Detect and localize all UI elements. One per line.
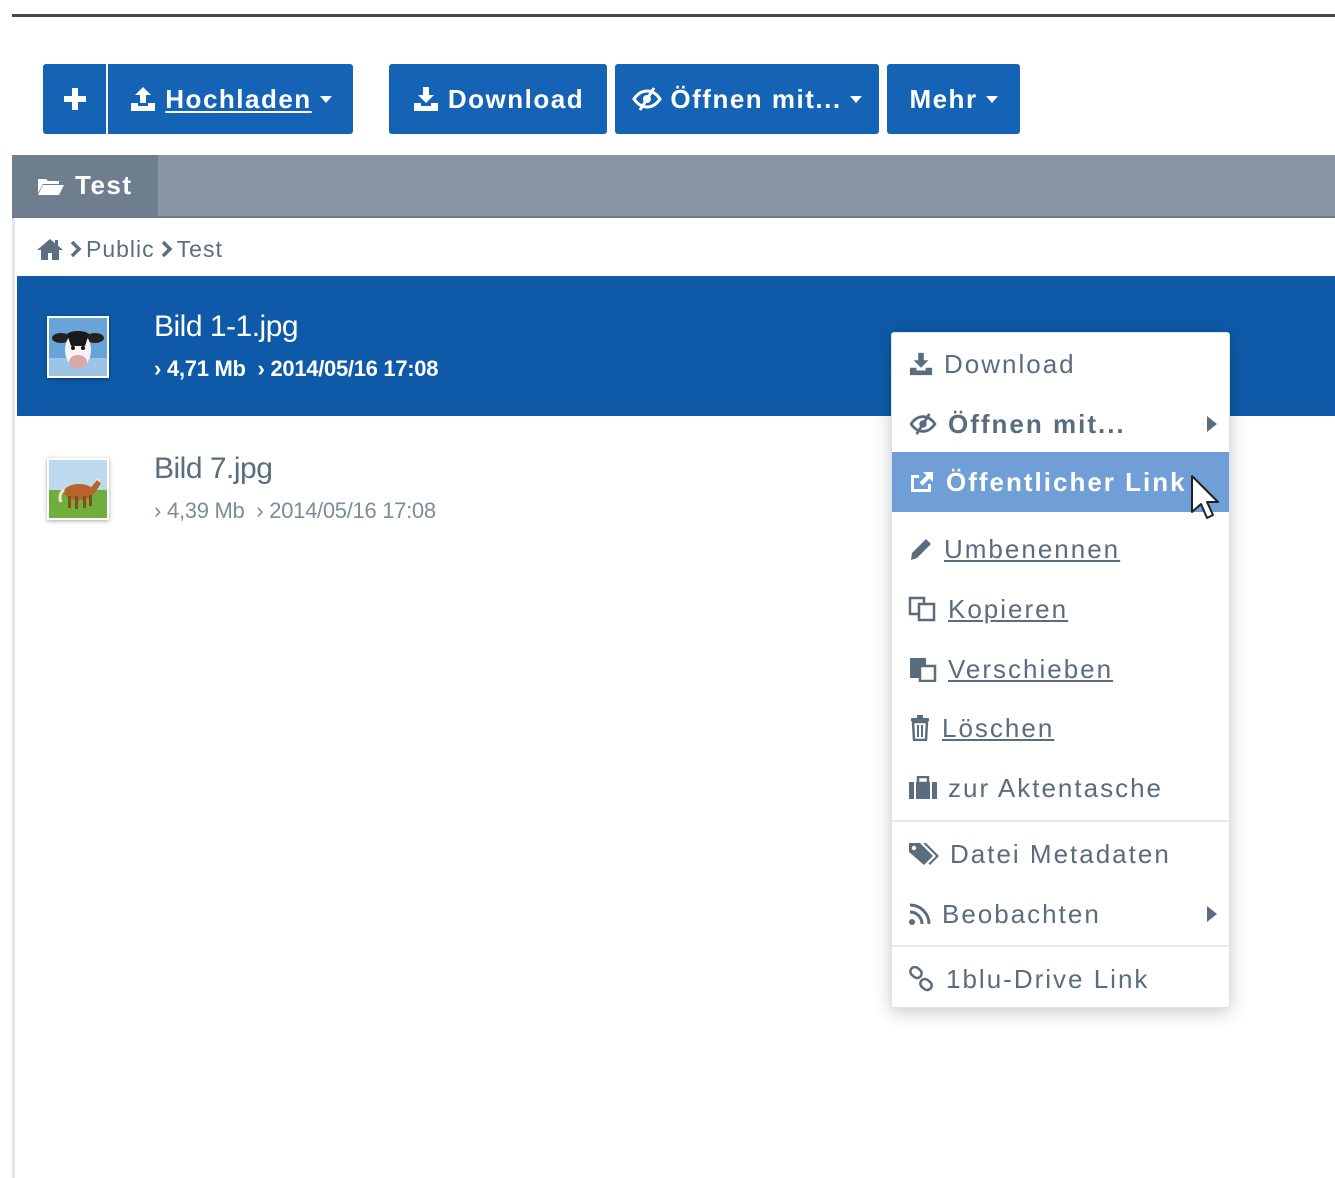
chevron-right-icon: ›: [154, 356, 162, 381]
chevron-down-icon: [985, 95, 998, 103]
menu-item-download[interactable]: Download: [892, 334, 1229, 394]
menu-item-label: Datei Metadaten: [950, 838, 1171, 869]
add-button[interactable]: [43, 64, 106, 134]
left-border: [12, 218, 15, 1178]
menu-item-rename[interactable]: Umbenennen: [892, 519, 1229, 579]
top-border: [12, 14, 1335, 17]
tab-bar: [12, 155, 1335, 218]
menu-divider: [892, 945, 1229, 947]
menu-item-label: 1blu-Drive Link: [946, 963, 1150, 994]
chevron-right-icon: ›: [256, 498, 264, 523]
download-label: Download: [447, 83, 585, 114]
more-label: Mehr: [909, 83, 978, 114]
tab-label: Test: [75, 170, 133, 200]
tags-icon: [909, 843, 939, 865]
tab-test[interactable]: Test: [12, 155, 158, 216]
horse-thumbnail: [47, 458, 109, 520]
more-button[interactable]: Mehr: [887, 64, 1020, 134]
breadcrumb: Public Test: [36, 233, 223, 265]
cow-thumbnail: [47, 316, 109, 378]
menu-item-label: Löschen: [942, 712, 1055, 743]
download-icon: [909, 352, 933, 376]
file-meta: › 4,71 Mb › 2014/05/16 17:08: [154, 356, 438, 382]
menu-item-metadata[interactable]: Datei Metadaten: [892, 824, 1229, 884]
folder-open-icon: [38, 178, 64, 195]
file-name: Bild 7.jpg: [154, 452, 273, 485]
file-meta: › 4,39 Mb › 2014/05/16 17:08: [154, 498, 436, 524]
copy-icon: [908, 596, 936, 622]
menu-item-label: Beobachten: [942, 898, 1101, 929]
eye-slash-icon: [909, 413, 937, 435]
chevron-right-icon: ›: [257, 356, 265, 381]
upload-label: Hochladen: [165, 83, 312, 114]
breadcrumb-item-public[interactable]: Public: [86, 236, 155, 263]
breadcrumb-item-test[interactable]: Test: [177, 236, 223, 263]
menu-item-public-link[interactable]: Öffentlicher Link: [892, 452, 1229, 512]
chevron-right-icon: ›: [154, 498, 162, 523]
menu-item-label: Verschieben: [948, 653, 1114, 684]
mouse-cursor-icon: [1191, 475, 1219, 519]
menu-item-label: Umbenennen: [944, 533, 1121, 564]
briefcase-icon: [909, 776, 937, 799]
menu-item-move[interactable]: Verschieben: [892, 639, 1229, 699]
chevron-right-icon: [70, 240, 82, 258]
eye-slash-icon: [632, 87, 663, 111]
chevron-down-icon: [849, 95, 862, 103]
file-size: 4,71 Mb: [167, 356, 246, 381]
plus-icon: [63, 88, 86, 110]
menu-item-copy[interactable]: Kopieren: [892, 579, 1229, 639]
upload-icon: [131, 87, 156, 111]
download-button[interactable]: Download: [389, 64, 607, 134]
download-icon: [413, 87, 438, 111]
file-date: 2014/05/16 17:08: [269, 498, 436, 523]
menu-item-label: Download: [944, 348, 1076, 379]
trash-icon: [911, 715, 929, 741]
menu-item-label: Kopieren: [948, 593, 1069, 624]
chevron-right-icon: [1207, 906, 1217, 922]
file-name: Bild 1-1.jpg: [154, 310, 299, 343]
upload-button[interactable]: Hochladen: [108, 64, 353, 134]
file-size: 4,39 Mb: [167, 498, 245, 523]
chevron-down-icon: [319, 95, 332, 103]
menu-item-label: zur Aktentasche: [948, 772, 1163, 803]
paste-icon: [910, 658, 937, 682]
open-with-button[interactable]: Öffnen mit...: [615, 64, 879, 134]
menu-item-drive-link[interactable]: 1blu-Drive Link: [892, 949, 1229, 1009]
menu-item-label: Öffnen mit...: [948, 408, 1126, 439]
link-icon: [909, 966, 933, 992]
rss-icon: [909, 903, 931, 925]
chevron-right-icon: [1207, 416, 1217, 432]
menu-item-open-with[interactable]: Öffnen mit...: [892, 394, 1229, 454]
pencil-icon: [911, 539, 931, 560]
file-date: 2014/05/16 17:08: [270, 356, 439, 381]
context-menu: Download Öffnen mit... Öffentlicher Link…: [891, 332, 1230, 1008]
share-icon: [911, 472, 933, 492]
menu-item-delete[interactable]: Löschen: [892, 698, 1229, 758]
menu-item-label: Öffentlicher Link: [946, 466, 1187, 497]
menu-divider: [892, 820, 1229, 822]
open-with-label: Öffnen mit...: [670, 83, 842, 114]
home-icon[interactable]: [36, 237, 64, 261]
menu-item-watch[interactable]: Beobachten: [892, 884, 1229, 944]
chevron-right-icon: [161, 240, 173, 258]
menu-item-briefcase[interactable]: zur Aktentasche: [892, 758, 1229, 818]
